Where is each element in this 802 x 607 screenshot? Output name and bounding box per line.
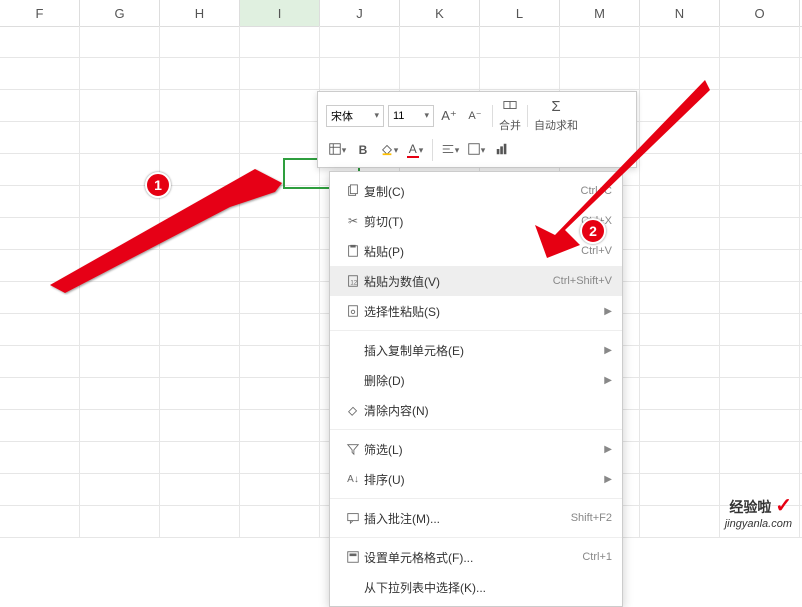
menu-label: 删除(D) bbox=[364, 372, 596, 389]
paste-icon bbox=[342, 244, 364, 258]
watermark-url: jingyanla.com bbox=[725, 518, 792, 530]
chevron-down-icon: ▾ bbox=[424, 110, 429, 121]
menu-label: 筛选(L) bbox=[364, 441, 596, 458]
badge-2: 2 bbox=[580, 218, 606, 244]
filter-icon bbox=[342, 442, 364, 456]
chevron-right-icon: ▶ bbox=[604, 345, 612, 356]
column-chart-button[interactable] bbox=[491, 139, 513, 161]
menu-label: 复制(C) bbox=[364, 183, 581, 200]
chevron-down-icon: ▾ bbox=[419, 145, 424, 156]
merge-label: 合并 bbox=[499, 117, 521, 133]
column-headers: F G H I J K L M N O bbox=[0, 0, 802, 27]
menu-label: 粘贴为数值(V) bbox=[364, 273, 553, 290]
border-icon bbox=[467, 142, 481, 159]
menu-paste[interactable]: 粘贴(P) Ctrl+V bbox=[330, 236, 622, 266]
shortcut: Shift+F2 bbox=[571, 512, 612, 524]
menu-cut[interactable]: ✂ 剪切(T) Ctrl+X bbox=[330, 206, 622, 236]
shortcut: Ctrl+1 bbox=[582, 551, 612, 563]
mini-toolbar: 宋体 ▾ 11 ▾ A⁺ A⁻ 合并 Σ 自动求和 bbox=[317, 91, 637, 168]
col-header-J[interactable]: J bbox=[320, 0, 400, 26]
font-name: 宋体 bbox=[331, 108, 353, 124]
chevron-down-icon: ▾ bbox=[455, 145, 460, 156]
chart-icon bbox=[495, 142, 509, 159]
menu-label: 插入批注(M)... bbox=[364, 510, 571, 527]
paste-special-icon bbox=[342, 304, 364, 318]
menu-paste-as-values[interactable]: 12 粘贴为数值(V) Ctrl+Shift+V bbox=[330, 266, 622, 296]
col-header-L[interactable]: L bbox=[480, 0, 560, 26]
menu-delete[interactable]: 删除(D) ▶ bbox=[330, 365, 622, 395]
format-cells-icon bbox=[342, 550, 364, 564]
col-header-M[interactable]: M bbox=[560, 0, 640, 26]
chevron-right-icon: ▶ bbox=[604, 444, 612, 455]
fill-color-button[interactable]: ▾ bbox=[378, 139, 400, 161]
watermark-text: 经验啦 bbox=[729, 499, 771, 515]
align-icon bbox=[441, 142, 455, 159]
menu-format-cells[interactable]: 设置单元格格式(F)... Ctrl+1 bbox=[330, 542, 622, 572]
svg-text:12: 12 bbox=[350, 280, 357, 287]
decrease-font-button[interactable]: A⁻ bbox=[464, 105, 486, 127]
comment-icon bbox=[342, 511, 364, 525]
paste-values-icon: 12 bbox=[342, 274, 364, 288]
shortcut: Ctrl+V bbox=[581, 245, 612, 257]
watermark: 经验啦 ✓ jingyanla.com bbox=[725, 493, 792, 530]
menu-label: 从下拉列表中选择(K)... bbox=[364, 579, 612, 596]
menu-clear[interactable]: 清除内容(N) bbox=[330, 395, 622, 425]
menu-insert-copied[interactable]: 插入复制单元格(E) ▶ bbox=[330, 335, 622, 365]
menu-label: 插入复制单元格(E) bbox=[364, 342, 596, 359]
sum-label: 自动求和 bbox=[534, 117, 578, 133]
merge-button[interactable]: 合并 bbox=[499, 98, 521, 133]
copy-icon bbox=[342, 184, 364, 198]
menu-label: 粘贴(P) bbox=[364, 243, 581, 260]
bold-button[interactable]: B bbox=[352, 139, 374, 161]
menu-insert-comment[interactable]: 插入批注(M)... Shift+F2 bbox=[330, 503, 622, 533]
align-button[interactable]: ▾ bbox=[439, 139, 461, 161]
font-size: 11 bbox=[393, 110, 404, 122]
chevron-down-icon: ▾ bbox=[374, 110, 379, 121]
menu-dropdown-select[interactable]: 从下拉列表中选择(K)... bbox=[330, 572, 622, 602]
chevron-down-icon: ▾ bbox=[394, 145, 399, 156]
col-header-G[interactable]: G bbox=[80, 0, 160, 26]
menu-label: 清除内容(N) bbox=[364, 402, 612, 419]
check-icon: ✓ bbox=[775, 495, 792, 517]
bucket-icon bbox=[380, 142, 394, 159]
format-icon bbox=[328, 142, 342, 159]
menu-paste-special[interactable]: 选择性粘贴(S) ▶ bbox=[330, 296, 622, 326]
shortcut: Ctrl+Shift+V bbox=[553, 275, 612, 287]
sum-icon: Σ bbox=[551, 98, 560, 115]
autosum-button[interactable]: Σ 自动求和 bbox=[534, 98, 578, 133]
menu-label: 剪切(T) bbox=[364, 213, 581, 230]
chevron-right-icon: ▶ bbox=[604, 375, 612, 386]
col-header-N[interactable]: N bbox=[640, 0, 720, 26]
border-button[interactable]: ▾ bbox=[465, 139, 487, 161]
format-menu-button[interactable]: ▾ bbox=[326, 139, 348, 161]
menu-label: 设置单元格格式(F)... bbox=[364, 549, 582, 566]
col-header-I[interactable]: I bbox=[240, 0, 320, 26]
badge-1: 1 bbox=[145, 172, 171, 198]
sort-icon: A↓ bbox=[342, 474, 364, 485]
increase-font-button[interactable]: A⁺ bbox=[438, 105, 460, 127]
chevron-down-icon: ▾ bbox=[342, 145, 347, 156]
col-header-O[interactable]: O bbox=[720, 0, 800, 26]
shortcut: Ctrl+C bbox=[581, 185, 612, 197]
col-header-H[interactable]: H bbox=[160, 0, 240, 26]
cut-icon: ✂ bbox=[342, 214, 364, 228]
menu-filter[interactable]: 筛选(L) ▶ bbox=[330, 434, 622, 464]
font-size-select[interactable]: 11 ▾ bbox=[388, 105, 434, 127]
menu-sort[interactable]: A↓ 排序(U) ▶ bbox=[330, 464, 622, 494]
col-header-K[interactable]: K bbox=[400, 0, 480, 26]
col-header-F[interactable]: F bbox=[0, 0, 80, 26]
font-select[interactable]: 宋体 ▾ bbox=[326, 105, 384, 127]
chevron-right-icon: ▶ bbox=[604, 306, 612, 317]
menu-copy[interactable]: 复制(C) Ctrl+C bbox=[330, 176, 622, 206]
menu-label: 选择性粘贴(S) bbox=[364, 303, 596, 320]
font-color-button[interactable]: A ▾ bbox=[404, 139, 426, 161]
eraser-icon bbox=[342, 403, 364, 417]
context-menu: 复制(C) Ctrl+C ✂ 剪切(T) Ctrl+X 粘贴(P) Ctrl+V… bbox=[329, 171, 623, 607]
merge-icon bbox=[503, 98, 517, 115]
menu-label: 排序(U) bbox=[364, 471, 596, 488]
chevron-right-icon: ▶ bbox=[604, 474, 612, 485]
chevron-down-icon: ▾ bbox=[481, 145, 486, 156]
